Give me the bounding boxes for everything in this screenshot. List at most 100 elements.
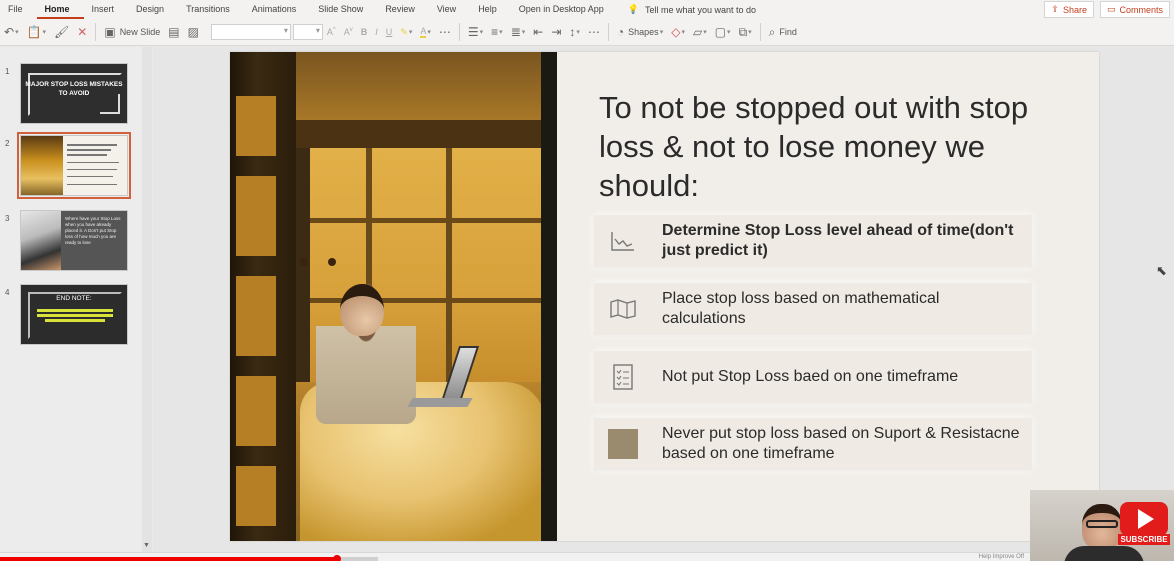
tab-animations[interactable]: Animations (244, 0, 311, 19)
undo-button[interactable]: ↶ ▾ (0, 21, 23, 43)
find-label: Find (779, 27, 797, 37)
format-painter-button[interactable]: 🖌 (50, 21, 73, 43)
thumbnail-number: 1 (5, 67, 10, 76)
slide-item-text: Never put stop loss based on Suport & Re… (662, 425, 1020, 462)
subscribe-label: SUBSCRIBE (1118, 534, 1170, 545)
shape-fill-button[interactable]: ◇ ▾ (667, 21, 689, 43)
tab-design[interactable]: Design (128, 0, 178, 19)
shapes-icon: ◔ (616, 25, 625, 39)
tab-help[interactable]: Help (470, 0, 511, 19)
open-in-desktop-app[interactable]: Open in Desktop App (511, 0, 618, 19)
italic-button[interactable]: I (371, 21, 382, 43)
checklist-icon (608, 362, 638, 392)
arrange-icon: ⧉ (738, 24, 748, 39)
paste-button[interactable]: 📋 ▾ (23, 21, 50, 43)
slide-item-1[interactable]: Determine Stop Loss level ahead of time(… (594, 215, 1032, 267)
ribbon-toolbar: ↶▾ 📋▾ 🖌 ✕ ▣ New Slide ▤ ▨ A^ Av B I U ✎▾… (0, 19, 1174, 46)
picture-button[interactable]: ▨ (184, 21, 203, 43)
increase-indent-button[interactable]: ⇥ (547, 21, 565, 43)
bullets-button[interactable]: ☰ ▾ (464, 21, 487, 43)
arrange-button[interactable]: ⧉ ▾ (735, 21, 756, 43)
tell-me-text: Tell me what you want to do (644, 4, 757, 15)
lightbulb-icon: 💡 (627, 4, 639, 14)
shape-outline-button[interactable]: ▱ ▾ (689, 21, 711, 43)
align-button[interactable]: ≣ ▾ (507, 21, 530, 43)
find-button[interactable]: ⌕ Find (765, 21, 801, 43)
tab-slide-show[interactable]: Slide Show (310, 0, 377, 19)
font-color-icon: A (420, 26, 427, 38)
underline-button[interactable]: U (382, 21, 397, 43)
comments-button[interactable]: ▭ Comments (1099, 1, 1170, 18)
tab-file[interactable]: File (0, 0, 37, 19)
font-name-input[interactable] (210, 24, 291, 40)
effects-icon: ▢ (714, 25, 727, 39)
close-icon: ✕ (77, 25, 88, 39)
decrease-indent-button[interactable]: ⇤ (529, 21, 547, 43)
clipboard-icon: 📋 (26, 25, 42, 39)
slide-thumbnail-4[interactable]: END NOTE: (20, 284, 128, 345)
more-font-button[interactable]: ⋯ (435, 21, 455, 43)
thumbnail-text: Where have your Stop Loss when you have … (65, 216, 121, 245)
slide-heading[interactable]: To not be stopped out with stop loss & n… (599, 88, 1069, 205)
brush-icon: 🖌 (54, 25, 70, 39)
numbering-button[interactable]: ≡ ▾ (487, 21, 507, 43)
share-icon: ⇪ (1051, 4, 1059, 14)
play-icon (1120, 502, 1168, 536)
thumbnail-title: END NOTE: (56, 295, 92, 302)
mouse-cursor-icon: ⬉ (1156, 263, 1167, 278)
shrink-font-button[interactable]: Av (340, 21, 357, 43)
highlight-button[interactable]: ✎ ▾ (396, 21, 416, 43)
numbering-icon: ≡ (491, 25, 499, 39)
tab-review[interactable]: Review (377, 0, 429, 19)
font-size-input[interactable] (292, 24, 323, 40)
map-icon (608, 294, 638, 324)
layout-button[interactable]: ▤ (164, 21, 183, 43)
slide-item-4[interactable]: Never put stop loss based on Suport & Re… (594, 418, 1032, 470)
indent-icon: ⇥ (551, 25, 562, 39)
slide-item-text: Determine Stop Loss level ahead of time(… (662, 222, 1014, 259)
bullets-icon: ☰ (467, 25, 479, 39)
slide-thumbnail-3[interactable]: Where have your Stop Loss when you have … (20, 210, 128, 271)
fill-icon: ◇ (671, 25, 681, 39)
new-slide-button[interactable]: ▣ New Slide (100, 21, 164, 43)
more-icon: ⋯ (438, 25, 451, 39)
tab-insert[interactable]: Insert (84, 0, 129, 19)
delete-button[interactable]: ✕ (73, 21, 91, 43)
font-color-button[interactable]: A ▾ (416, 21, 435, 43)
slide-thumbnails-pane: 1 MAJOR STOP LOSS MISTAKES TO AVOID 2 3 (0, 47, 152, 552)
video-progress-fill (0, 557, 337, 561)
more-paragraph-button[interactable]: ⋯ (584, 21, 604, 43)
current-slide[interactable]: To not be stopped out with stop loss & n… (230, 52, 1099, 541)
tab-transitions[interactable]: Transitions (178, 0, 244, 19)
thumbnail-number: 4 (5, 288, 10, 297)
scroll-down-icon[interactable]: ▼ (143, 542, 150, 549)
slide-item-text: Not put Stop Loss baed on one timeframe (662, 368, 959, 385)
slide-item-3[interactable]: Not put Stop Loss baed on one timeframe (594, 351, 1032, 403)
square-icon (608, 429, 638, 459)
thumbnail-title: MAJOR STOP LOSS MISTAKES TO AVOID (25, 81, 123, 97)
status-text: Help Improve Off (978, 554, 1024, 560)
shape-effects-button[interactable]: ▢ ▾ (711, 21, 735, 43)
align-icon: ≣ (510, 25, 521, 39)
thumbnail-scrollbar[interactable] (142, 47, 152, 552)
tab-home[interactable]: Home (36, 0, 84, 19)
slide-thumbnail-2[interactable] (17, 132, 131, 199)
outdent-icon: ⇤ (533, 25, 544, 39)
comment-icon: ▭ (1106, 4, 1116, 14)
bold-button[interactable]: B (357, 21, 372, 43)
tab-view[interactable]: View (429, 0, 470, 19)
share-label: Share (1062, 4, 1087, 15)
line-spacing-button[interactable]: ↕ ▾ (565, 21, 584, 43)
slide-item-2[interactable]: Place stop loss based on mathematical ca… (594, 283, 1032, 335)
tell-me-box[interactable]: 💡 Tell me what you want to do (618, 4, 756, 15)
subscribe-button[interactable]: SUBSCRIBE (1118, 502, 1170, 548)
image-icon: ▨ (187, 25, 199, 39)
slide-thumbnail-1[interactable]: MAJOR STOP LOSS MISTAKES TO AVOID (20, 63, 128, 124)
thumbnail-number: 2 (5, 139, 10, 148)
video-progress-handle[interactable] (333, 555, 341, 561)
share-button[interactable]: ⇪ Share (1044, 1, 1094, 18)
line-spacing-icon: ↕ (569, 25, 576, 39)
shapes-button[interactable]: ◔ Shapes ▾ (613, 21, 667, 43)
powerpoint-online-window: File Home Insert Design Transitions Anim… (0, 0, 1174, 561)
grow-font-button[interactable]: A^ (323, 21, 340, 43)
